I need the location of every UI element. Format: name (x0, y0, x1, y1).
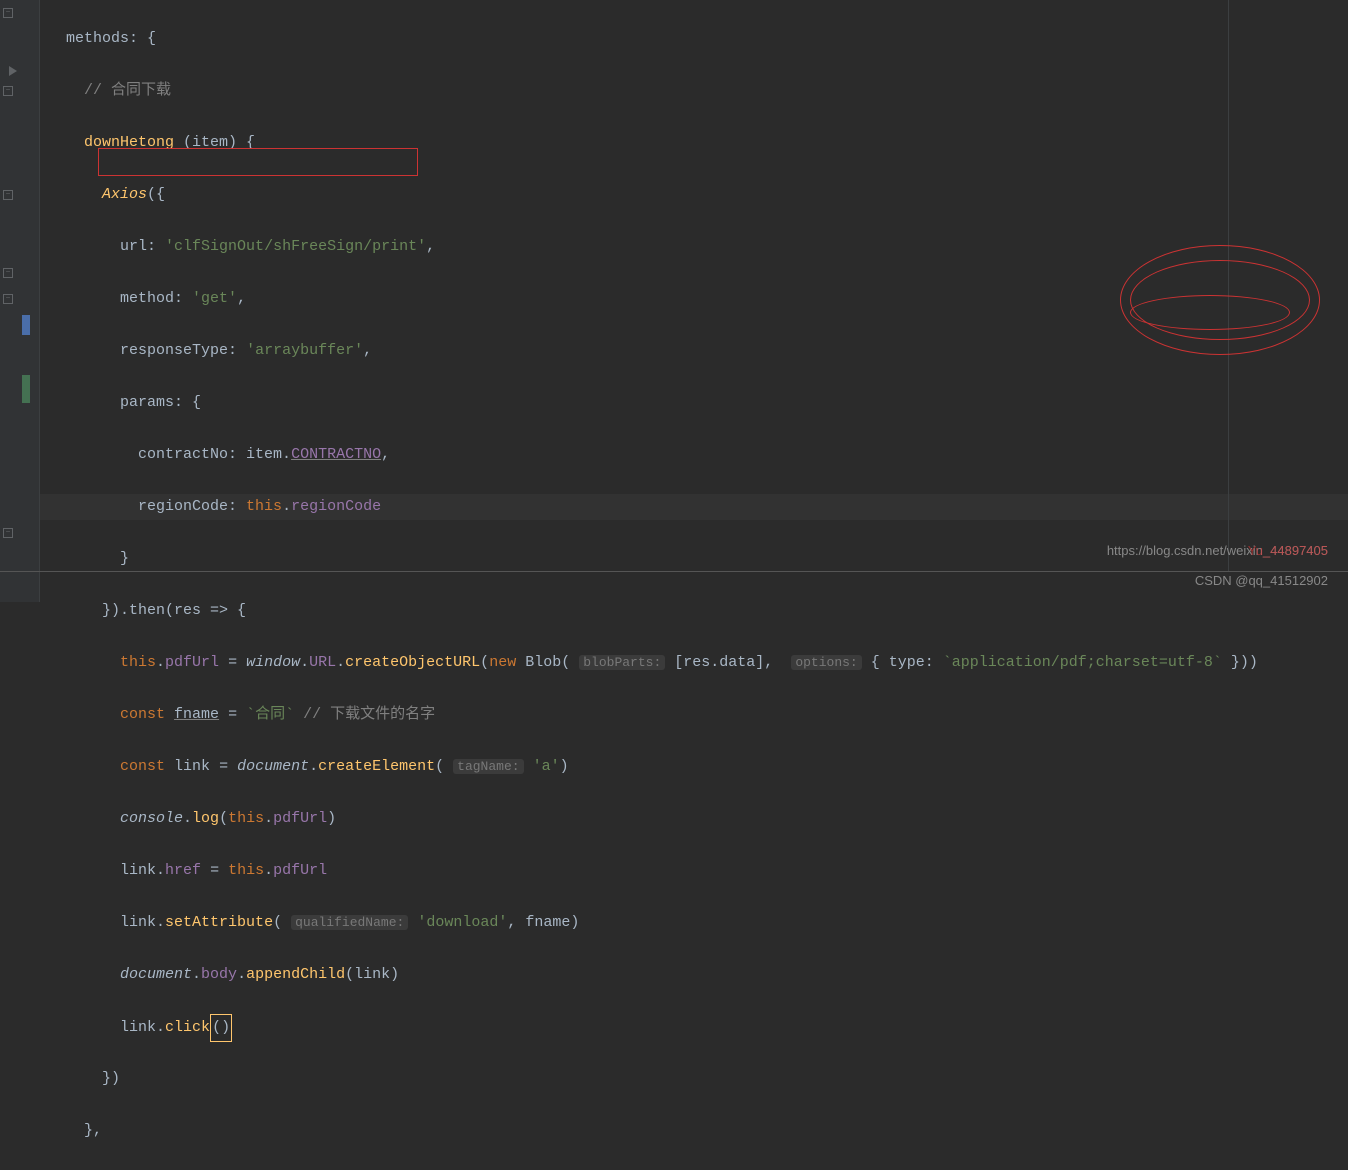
url-string: 'clfSignOut/shFreeSign/print' (165, 238, 426, 255)
fold-marker[interactable]: − (3, 86, 13, 96)
change-marker (22, 315, 30, 335)
watermark-csdn: CSDN @qq_41512902 (1195, 568, 1328, 594)
code-editor[interactable]: methods: { // 合同下载 downHetong (item) { A… (40, 0, 1348, 1170)
axios-call: Axios (102, 186, 147, 203)
param-hint: options: (791, 655, 861, 670)
fold-marker[interactable]: − (3, 8, 13, 18)
separator-line (0, 571, 1348, 572)
param-hint: blobParts: (579, 655, 665, 670)
cursor-position: () (210, 1014, 232, 1042)
fold-marker[interactable]: − (3, 294, 13, 304)
param-hint: qualifiedName: (291, 915, 408, 930)
editor-gutter: − − − − − − (0, 0, 40, 602)
fold-marker[interactable]: − (3, 190, 13, 200)
watermark-red-text: Yu_44897405 (1248, 538, 1328, 564)
responsetype-string: 'arraybuffer' (246, 342, 363, 359)
method-name: downHetong (84, 134, 174, 151)
code-comment: // 合同下载 (84, 82, 171, 99)
change-marker (22, 375, 30, 403)
run-gutter-icon[interactable] (8, 60, 18, 86)
fold-marker[interactable]: − (3, 268, 13, 278)
param-hint: tagName: (453, 759, 523, 774)
fold-marker[interactable]: − (3, 528, 13, 538)
